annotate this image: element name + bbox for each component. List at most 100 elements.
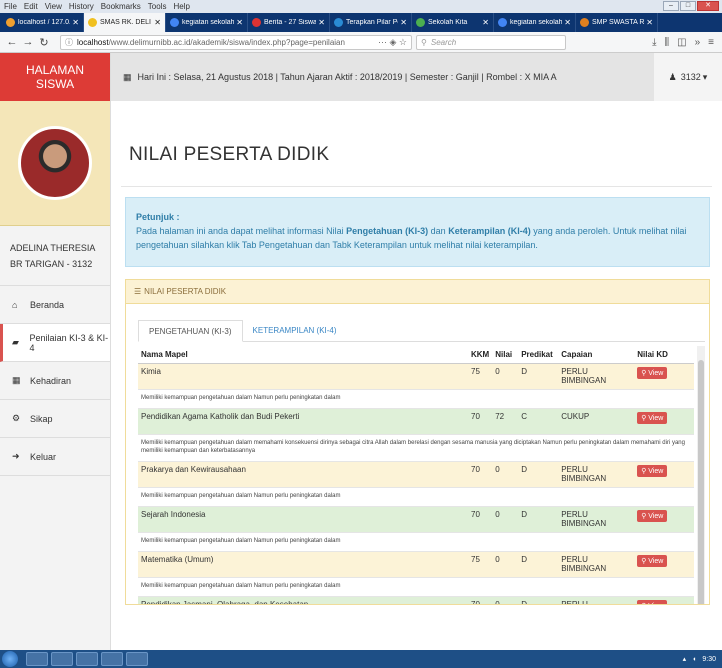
overflow-icon[interactable]: » bbox=[695, 37, 701, 48]
sidebar-item[interactable]: ⚙ Sikap bbox=[0, 400, 110, 438]
network-icon[interactable]: ▴ bbox=[683, 655, 687, 663]
col-nilai-kd: Nilai KD bbox=[634, 346, 694, 364]
browser-tab[interactable]: Sekolah Kita ✕ bbox=[412, 13, 494, 32]
tab-label: SMP SWASTA R bbox=[592, 19, 645, 26]
menu-view[interactable]: View bbox=[45, 2, 62, 11]
table-row: Sejarah Indonesia 70 0 D PERLU BIMBINGAN ⚲ Vi… bbox=[138, 506, 694, 533]
sidebar-item[interactable]: ➜ Keluar bbox=[0, 438, 110, 476]
view-button[interactable]: ⚲ View bbox=[637, 412, 668, 424]
description-text: Memiliki kemampuan pengetahuan dalam mem… bbox=[138, 434, 694, 462]
close-tab-icon[interactable]: ✕ bbox=[72, 18, 79, 27]
tab-favicon-icon bbox=[334, 18, 343, 27]
brand-line1: HALAMAN bbox=[25, 63, 84, 77]
volume-icon[interactable]: ◖ bbox=[692, 656, 696, 663]
view-button[interactable]: ⚲ View bbox=[637, 510, 668, 522]
forward-icon[interactable]: → bbox=[20, 36, 36, 48]
close-tab-icon[interactable]: ✕ bbox=[236, 18, 243, 27]
nilai-value: 0 bbox=[492, 363, 519, 390]
brand[interactable]: HALAMAN SISWA bbox=[0, 53, 110, 101]
close-tab-icon[interactable]: ✕ bbox=[482, 18, 489, 27]
browser-tab[interactable]: localhost / 127.0.0.1✕ bbox=[2, 13, 84, 32]
browser-tab[interactable]: SMP SWASTA R ✕ bbox=[576, 13, 658, 32]
maximize-button[interactable]: □ bbox=[680, 1, 696, 11]
panel-heading: ☰ NILAI PESERTA DIDIK bbox=[126, 280, 709, 304]
mapel-name: Matematika (Umum) bbox=[138, 551, 468, 578]
capaian-value: PERLU BIMBINGAN bbox=[558, 461, 635, 488]
hamburger-menu-icon[interactable]: ≡ bbox=[708, 37, 714, 48]
close-tab-icon[interactable]: ✕ bbox=[400, 18, 407, 27]
nilai-value: 0 bbox=[492, 506, 519, 533]
tab-label: Berita - 27 Siswa bbox=[264, 19, 317, 26]
sidebar-item[interactable]: ⌂ Beranda bbox=[0, 286, 110, 324]
home-icon: ⌂ bbox=[12, 299, 18, 310]
description-row: Memiliki kemampuan pengetahuan dalam mem… bbox=[138, 434, 694, 462]
taskbar-app-icon[interactable] bbox=[126, 652, 148, 666]
view-label: View bbox=[648, 513, 664, 520]
table-header: Nama Mapel KKM Nilai Predikat Capaian Ni… bbox=[138, 346, 694, 364]
clock[interactable]: 9:30 bbox=[702, 656, 716, 663]
view-button[interactable]: ⚲ View bbox=[637, 600, 668, 604]
sidebar: HALAMAN SISWA ADELINA THERESIA BR TARIGA… bbox=[0, 53, 111, 650]
minimize-button[interactable]: – bbox=[663, 1, 679, 11]
back-icon[interactable]: ← bbox=[4, 36, 20, 48]
browser-tab[interactable]: kegiatan sekolah ✕ bbox=[494, 13, 576, 32]
user-menu-button[interactable]: ♟ 3132 ▾ bbox=[654, 53, 722, 101]
search-icon: ⚲ bbox=[421, 37, 427, 47]
url-host: localhost bbox=[77, 37, 109, 47]
menu-tools[interactable]: Tools bbox=[148, 2, 167, 11]
view-button[interactable]: ⚲ View bbox=[637, 555, 668, 567]
close-tab-icon[interactable]: ✕ bbox=[646, 18, 653, 27]
menu-bookmarks[interactable]: Bookmarks bbox=[101, 2, 141, 11]
menu-file[interactable]: File bbox=[4, 2, 17, 11]
url-bar[interactable]: ⓘ localhost/www.delimurnibb.ac.id/akadem… bbox=[60, 34, 412, 50]
taskbar-firefox-icon[interactable] bbox=[51, 652, 73, 666]
scrollbar-thumb[interactable] bbox=[698, 360, 704, 604]
users-icon: ♟ bbox=[668, 71, 677, 82]
page-actions-icon[interactable]: ··· ◈ ☆ bbox=[378, 37, 407, 48]
tab-label: kegiatan sekolah bbox=[182, 19, 235, 26]
menu-help[interactable]: Help bbox=[173, 2, 189, 11]
view-button[interactable]: ⚲ View bbox=[637, 367, 668, 379]
close-window-button[interactable]: ✕ bbox=[697, 1, 719, 11]
reload-icon[interactable]: ↻ bbox=[36, 36, 52, 49]
predikat-value: C bbox=[518, 408, 559, 435]
taskbar-app-icon[interactable] bbox=[101, 652, 123, 666]
user-name: ADELINA THERESIA BR TARIGAN - 3132 bbox=[0, 226, 110, 286]
tab-keterampilan[interactable]: KETERAMPILAN (KI-4) bbox=[243, 320, 347, 341]
description-text: Memiliki kemampuan pengetahuan dalam Nam… bbox=[138, 389, 694, 409]
download-icon[interactable]: ⤓ bbox=[652, 37, 656, 48]
info-icon[interactable]: ⓘ bbox=[65, 37, 73, 48]
menu-edit[interactable]: Edit bbox=[24, 2, 38, 11]
browser-tab[interactable]: Berita - 27 Siswa ✕ bbox=[248, 13, 330, 32]
tab-favicon-icon bbox=[416, 18, 425, 27]
grades-table: Nama Mapel KKM Nilai Predikat Capaian Ni… bbox=[138, 346, 694, 604]
predikat-value: D bbox=[518, 596, 559, 604]
tab-favicon-icon bbox=[88, 18, 97, 27]
sidebar-item[interactable]: ▰ Penilaian KI-3 & KI-4 bbox=[0, 324, 110, 362]
sidebar-item[interactable]: ▦ Kehadiran bbox=[0, 362, 110, 400]
browser-tab[interactable]: Terapkan Pilar Pe ✕ bbox=[330, 13, 412, 32]
library-icon[interactable]: ⫼ bbox=[665, 37, 670, 48]
table-scrollbar[interactable] bbox=[697, 346, 705, 604]
kkm-value: 70 bbox=[468, 506, 493, 533]
mapel-name: Pendidikan Jasmani, Olahraga, dan Keseha… bbox=[138, 596, 468, 604]
browser-tab[interactable]: kegiatan sekolah ✕ bbox=[166, 13, 248, 32]
view-button[interactable]: ⚲ View bbox=[637, 465, 668, 477]
col-predikat: Predikat bbox=[518, 346, 559, 364]
close-tab-icon[interactable]: ✕ bbox=[154, 18, 161, 27]
search-input[interactable]: ⚲ Search bbox=[416, 34, 566, 50]
close-tab-icon[interactable]: ✕ bbox=[564, 18, 571, 27]
panel-body: PENGETAHUAN (KI-3) KETERAMPILAN (KI-4) N… bbox=[126, 304, 709, 604]
menu-history[interactable]: History bbox=[69, 2, 94, 11]
view-label: View bbox=[648, 558, 664, 565]
browser-tab[interactable]: SMAS RK. DELI M✕ bbox=[84, 13, 166, 32]
taskbar-explorer-icon[interactable] bbox=[26, 652, 48, 666]
panel-title: NILAI PESERTA DIDIK bbox=[144, 287, 227, 296]
tab-pengetahuan[interactable]: PENGETAHUAN (KI-3) bbox=[138, 320, 243, 342]
start-button[interactable] bbox=[2, 651, 18, 667]
sidebar-toggle-icon[interactable]: ◫ bbox=[677, 37, 686, 48]
taskbar-app-icon[interactable] bbox=[76, 652, 98, 666]
close-tab-icon[interactable]: ✕ bbox=[318, 18, 325, 27]
tab-favicon-icon bbox=[170, 18, 179, 27]
grades-table-wrapper: Nama Mapel KKM Nilai Predikat Capaian Ni… bbox=[138, 346, 705, 604]
